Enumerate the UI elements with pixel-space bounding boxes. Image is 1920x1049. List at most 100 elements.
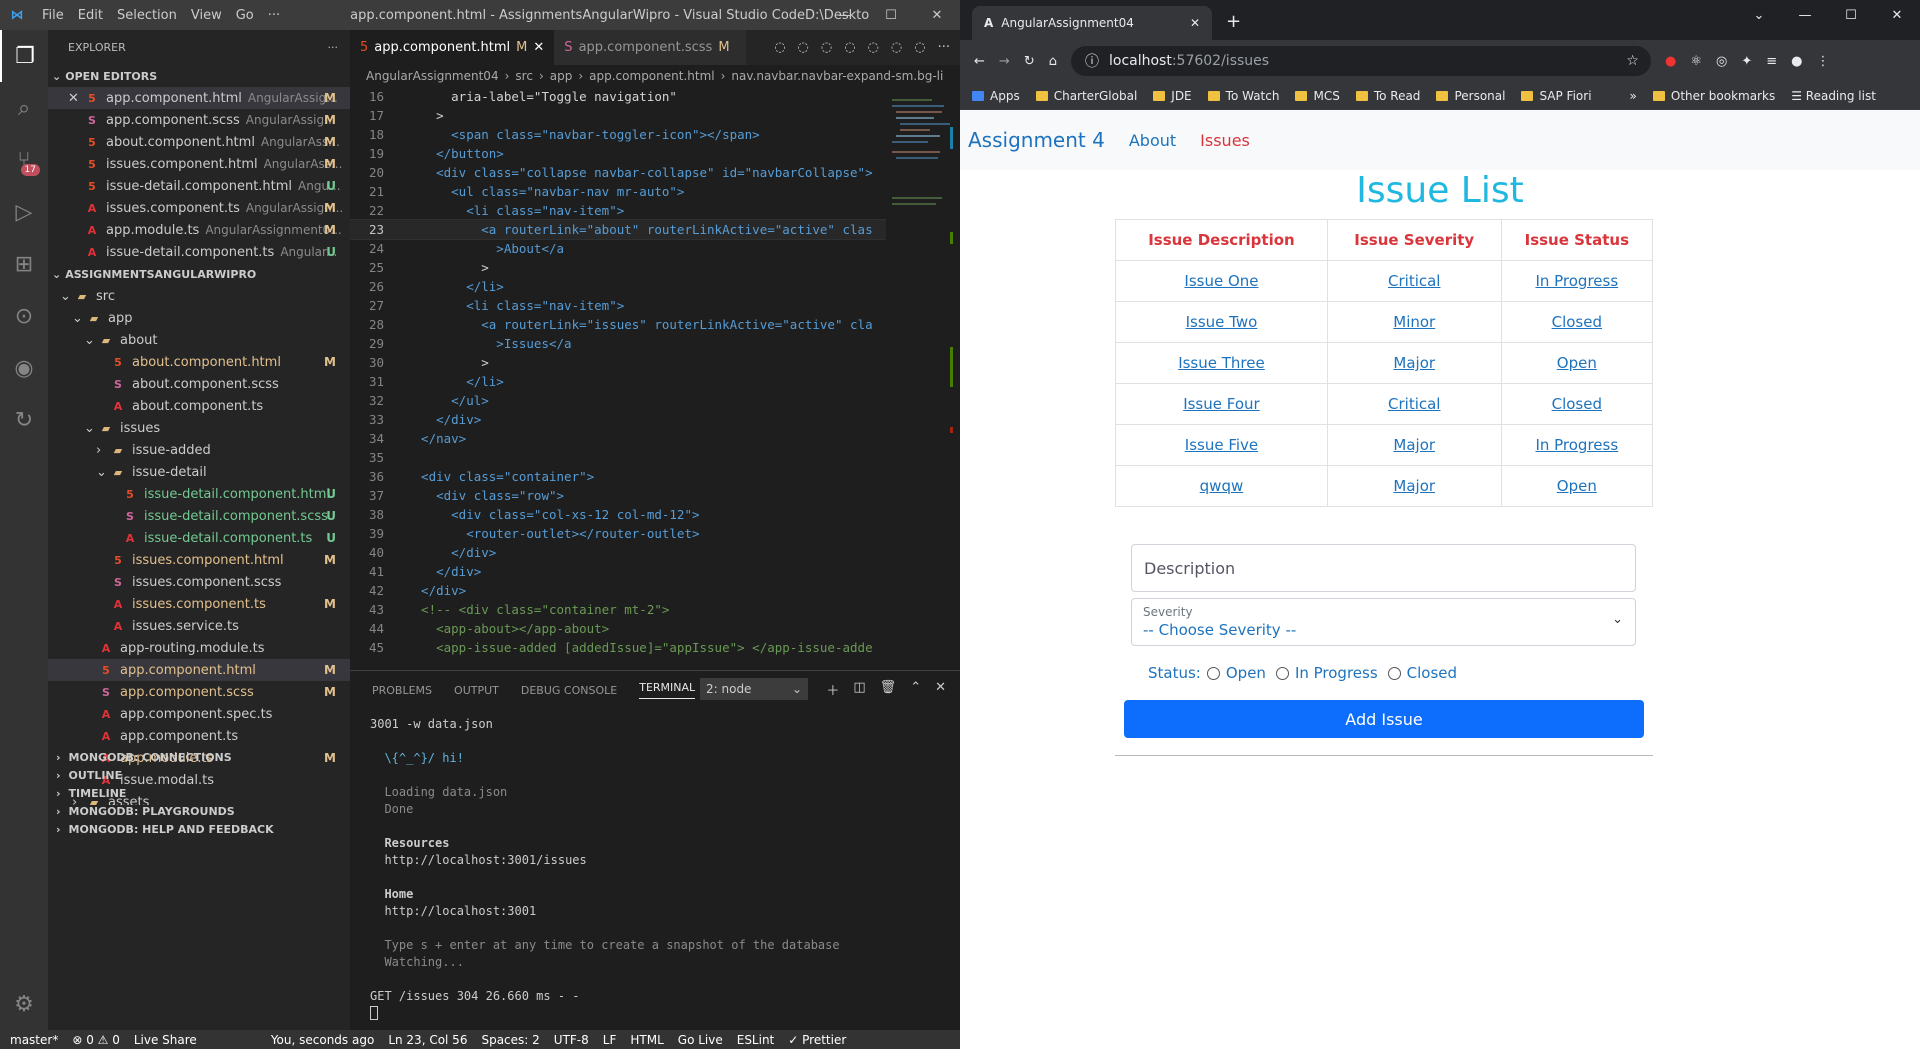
status-item[interactable]: UTF-8 [554,1033,589,1047]
menu-item[interactable]: File [42,8,64,23]
bookmark-item[interactable]: Personal [1436,89,1505,103]
table-cell-link[interactable]: Open [1500,465,1654,507]
status-item[interactable]: master* [10,1033,58,1047]
source-control-icon[interactable]: ⑂ 17 [0,134,48,186]
terminal-output[interactable]: 3001 -w data.json \{^_^}/ hi! Loading da… [350,709,960,1028]
split-terminal-icon[interactable]: ◫ [853,680,865,699]
bookmark-item[interactable]: JDE [1153,89,1192,103]
sidebar-section-header[interactable]: › MONGODB: PLAYGROUNDS [48,802,350,820]
panel-tab[interactable]: OUTPUT [454,684,499,697]
table-cell-link[interactable]: qwqw [1115,465,1328,507]
table-cell-link[interactable]: Major [1326,424,1502,466]
status-radio-open[interactable]: Open [1206,664,1266,682]
editor-tab[interactable]: Sapp.component.scss M [554,30,746,65]
status-radio-in-progress[interactable]: In Progress [1275,664,1378,682]
code-line[interactable]: 42 </div> [350,581,886,600]
code-line[interactable]: 24 >About</a [350,239,886,258]
table-cell-link[interactable]: Critical [1326,260,1502,302]
live-share-icon[interactable]: ↻ [0,394,48,446]
table-cell-link[interactable]: Issue Two [1115,301,1328,343]
close-icon[interactable]: ✕ [533,40,544,55]
code-line[interactable]: 30 > [350,353,886,372]
panel-tab[interactable]: PROBLEMS [372,684,432,697]
extensions-puzzle-icon[interactable]: ✦ [1741,54,1752,69]
table-cell-link[interactable]: In Progress [1500,260,1654,302]
status-item[interactable]: Live Share [134,1033,197,1047]
folder-item[interactable]: ⌄ ▰ src [48,285,350,307]
file-item[interactable]: Aissues.component.ts M [48,593,350,615]
code-line[interactable]: 19 </button> [350,144,886,163]
panel-tab[interactable]: DEBUG CONSOLE [521,684,617,697]
trash-icon[interactable]: 🗑 [880,680,897,699]
radio-button[interactable] [1206,666,1220,680]
table-cell-link[interactable]: Issue Three [1115,342,1328,384]
sidebar-section-header[interactable]: › TIMELINE [48,784,350,802]
reading-list[interactable]: ☰ Reading list [1791,89,1876,103]
maximize-icon[interactable]: ☐ [868,0,914,30]
status-item[interactable]: HTML [630,1033,663,1047]
site-info-icon[interactable]: ⓘ [1085,51,1099,71]
menu-item[interactable]: Go [236,8,254,23]
split-editor-icon[interactable]: ◌ [914,40,925,55]
address-bar[interactable]: ⓘ localhost:57602/issues ☆ [1070,46,1651,76]
bookmark-star-icon[interactable]: ☆ [1626,53,1639,69]
open-editor-item[interactable]: Aapp.module.ts AngularAssignment0... M [48,219,350,241]
sidebar-section-header[interactable]: › MONGODB: CONNECTIONS [48,748,350,766]
code-line[interactable]: 33 </div> [350,410,886,429]
chrome-menu-icon[interactable]: ⋮ [1816,54,1829,69]
minimize-icon[interactable]: — [1782,0,1828,30]
run-debug-icon[interactable]: ▷ [0,186,48,238]
code-line[interactable]: 34 </nav> [350,429,886,448]
file-item[interactable]: Sissue-detail.component.scss U [48,505,350,527]
folder-item[interactable]: ⌄ ▰ about [48,329,350,351]
file-item[interactable]: Sissues.component.scss [48,571,350,593]
settings-gear-icon[interactable]: ⚙ [0,978,48,1030]
tab-search-icon[interactable]: ⌄ [1736,0,1782,30]
more-bookmarks-icon[interactable]: » [1630,89,1637,103]
file-item[interactable]: Aissues.service.ts [48,615,350,637]
status-item[interactable]: LF [603,1033,617,1047]
table-cell-link[interactable]: Closed [1500,301,1654,343]
code-line[interactable]: 32 </ul> [350,391,886,410]
media-icon[interactable]: ≡ [1766,54,1777,69]
table-cell-link[interactable]: Issue One [1115,260,1328,302]
maximize-icon[interactable]: ☐ [1828,0,1874,30]
radio-button[interactable] [1275,666,1289,680]
menu-item[interactable]: ··· [268,8,280,23]
table-cell-link[interactable]: Issue Five [1115,424,1328,466]
file-item[interactable]: Aabout.component.ts [48,395,350,417]
panel-tab[interactable]: TERMINAL [639,681,696,699]
go-back-icon[interactable]: ◌ [821,40,832,55]
html-preview-icon[interactable]: ◌ [774,40,785,55]
severity-select[interactable]: Severity -- Choose Severity -- ⌄ [1131,598,1636,646]
status-item[interactable]: ESLint [737,1033,775,1047]
code-line[interactable]: 25 > [350,258,886,277]
file-item[interactable]: Aissue-detail.component.ts U [48,527,350,549]
forward-icon[interactable]: → [999,54,1010,69]
close-icon[interactable]: ✕ [914,0,960,30]
status-item[interactable]: Spaces: 2 [481,1033,539,1047]
code-line[interactable]: 35 [350,448,886,467]
table-cell-link[interactable]: Issue Four [1115,383,1328,425]
code-line[interactable]: 26 </li> [350,277,886,296]
home-icon[interactable]: ⌂ [1049,54,1057,69]
code-line[interactable]: 39 <router-outlet></router-outlet> [350,524,886,543]
table-cell-link[interactable]: Minor [1326,301,1502,343]
editor-tab[interactable]: 5 app.component.html M ✕ [350,30,555,65]
open-editor-item[interactable]: 5 issues.component.html AngularAss... M [48,153,350,175]
code-line[interactable]: 44 <app-about></app-about> [350,619,886,638]
react-devtools-icon[interactable]: ⚛ [1690,54,1702,69]
open-editor-item[interactable]: ✕ 5 app.component.html AngularAssig... M [48,87,350,109]
open-editors-header[interactable]: ⌄ OPEN EDITORS [48,65,350,87]
file-item[interactable]: Aapp.component.ts [48,725,350,747]
sidebar-section-header[interactable]: › MONGODB: HELP AND FEEDBACK [48,820,350,838]
code-line[interactable]: 41 </div> [350,562,886,581]
code-line[interactable]: 27 <li class="nav-item"> [350,296,886,315]
other-bookmarks[interactable]: Other bookmarks [1652,89,1775,103]
open-editor-item[interactable]: Sapp.component.scss AngularAssig... M [48,109,350,131]
code-line[interactable]: 31 </li> [350,372,886,391]
explorer-icon[interactable]: ❐ [0,30,48,82]
close-panel-icon[interactable]: ✕ [935,680,946,699]
code-line[interactable]: 38 <div class="col-xs-12 col-md-12"> [350,505,886,524]
radio-button[interactable] [1387,666,1401,680]
